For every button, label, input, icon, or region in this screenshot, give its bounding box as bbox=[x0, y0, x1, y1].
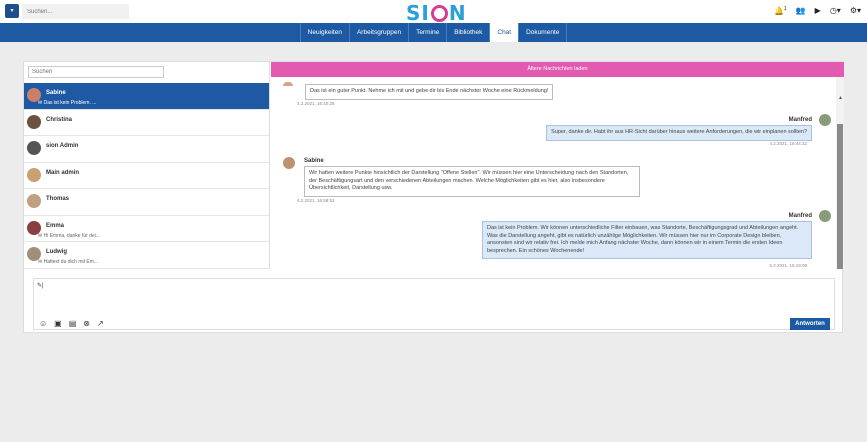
contact-name: Main admin bbox=[46, 169, 80, 176]
contact-name: Sabine bbox=[46, 90, 66, 96]
avatar bbox=[819, 114, 831, 126]
message-composer[interactable]: ✎| ☺ ▣ ▤ ⊗ ↗ Antworten bbox=[33, 278, 835, 330]
contact-name: Christina bbox=[46, 116, 73, 123]
message-time: 5.2.2021, 15:19:09 bbox=[769, 263, 807, 268]
avatar bbox=[283, 157, 295, 169]
message-incoming: Das ist ein guter Punkt. Nehme ich mit u… bbox=[283, 82, 603, 112]
contact-preview: ✉ Hi Emma, danke für dei... bbox=[38, 232, 100, 239]
contact-name: Ludwig bbox=[46, 249, 67, 255]
contact-item[interactable]: Sabine ✉ Das ist kein Problem. ... bbox=[24, 83, 269, 110]
message-time: 4.2.2021, 16:58:53 bbox=[297, 198, 335, 203]
contact-search-input[interactable] bbox=[28, 66, 164, 78]
message-time: 4.2.2021, 16:44:32 bbox=[769, 141, 807, 146]
main-nav: Neuigkeiten Arbeitsgruppen Termine Biblioth… bbox=[0, 23, 867, 42]
message-incoming: Sabine Wir hatten weitere Punkte hinsich… bbox=[283, 155, 643, 205]
message-sender: Sabine bbox=[304, 158, 324, 164]
users-icon[interactable]: 👥 bbox=[796, 6, 806, 16]
message-bubble: Wir hatten weitere Punkte hinsichtlich d… bbox=[304, 166, 640, 197]
global-search-input[interactable] bbox=[22, 4, 129, 19]
chat-card: Sabine ✉ Das ist kein Problem. ... Christi… bbox=[23, 61, 844, 333]
message-bubble: Das ist kein Problem. Wir können untersc… bbox=[482, 221, 812, 259]
avatar bbox=[27, 194, 41, 208]
logo-ring bbox=[430, 5, 448, 22]
contact-item[interactable]: Thomas bbox=[24, 189, 269, 216]
image-icon[interactable]: ▣ bbox=[54, 319, 62, 328]
clock-icon[interactable]: ◷▾ bbox=[830, 6, 841, 16]
header-icons: 🔔1 👥 ▶ ◷▾ ⚙▾ bbox=[774, 6, 861, 16]
contact-item[interactable]: sion Admin bbox=[24, 136, 269, 163]
contact-name: Emma bbox=[46, 222, 65, 229]
contact-name: Thomas bbox=[46, 196, 70, 202]
message-outgoing: Manfred Super, danke dir. Habt ihr aus H… bbox=[471, 114, 831, 149]
nav-items: Neuigkeiten Arbeitsgruppen Termine Biblioth… bbox=[299, 23, 568, 42]
bell-icon[interactable]: 🔔1 bbox=[774, 6, 787, 16]
external-link-icon[interactable]: ↗ bbox=[97, 319, 104, 328]
nav-item-termine[interactable]: Termine bbox=[408, 23, 446, 42]
nav-item-chat[interactable]: Chat bbox=[489, 23, 519, 42]
save-icon[interactable]: ▤ bbox=[69, 319, 77, 328]
reply-button[interactable]: Antworten bbox=[790, 318, 830, 330]
sion-logo[interactable]: SI N bbox=[406, 1, 467, 25]
chat-sidebar: Sabine ✉ Das ist kein Problem. ... Christi… bbox=[24, 62, 270, 269]
contact-list: Sabine ✉ Das ist kein Problem. ... Christi… bbox=[24, 83, 269, 269]
video-icon[interactable]: ▶ bbox=[815, 6, 821, 16]
contact-item[interactable]: Christina bbox=[24, 110, 269, 136]
scroll-up-arrow-icon[interactable]: ▲ bbox=[838, 95, 843, 101]
gear-icon[interactable]: ⚙▾ bbox=[850, 6, 861, 16]
avatar bbox=[819, 210, 831, 222]
load-older-button[interactable]: Ältere Nachrichten laden bbox=[271, 62, 844, 77]
nav-item-bibliothek[interactable]: Bibliothek bbox=[446, 23, 489, 42]
contact-item[interactable]: Ludwig ✉ Hattest du dich mit Em... bbox=[24, 242, 269, 269]
top-bar: ▾ SIN 🔔1 👥 ▶ ◷▾ ⚙▾ bbox=[0, 0, 867, 25]
nav-item-dokumente[interactable]: Dokumente bbox=[518, 23, 568, 42]
cancel-icon[interactable]: ⊗ bbox=[83, 319, 90, 328]
contact-item[interactable]: Emma ✉ Hi Emma, danke für dei... bbox=[24, 216, 269, 242]
scroll-thumb[interactable] bbox=[837, 124, 843, 269]
notification-count: 1 bbox=[783, 6, 787, 12]
avatar bbox=[27, 114, 41, 129]
menu-toggle-button[interactable]: ▾ bbox=[5, 4, 19, 18]
avatar bbox=[283, 82, 293, 86]
composer-toolbar: ☺ ▣ ▤ ⊗ ↗ bbox=[39, 319, 104, 328]
message-bubble: Super, danke dir. Habt ihr aus HR-Sicht … bbox=[546, 125, 812, 141]
chat-scrollbar[interactable]: ▲ bbox=[836, 77, 844, 269]
pencil-icon: ✎| bbox=[37, 283, 44, 289]
nav-item-neuigkeiten[interactable]: Neuigkeiten bbox=[299, 23, 349, 42]
avatar bbox=[27, 167, 41, 182]
contact-preview: ✉ Hattest du dich mit Em... bbox=[38, 259, 99, 265]
message-time: 4.2.2021, 16:40:25 bbox=[297, 101, 335, 106]
avatar bbox=[27, 141, 41, 155]
message-outgoing: Manfred Das ist kein Problem. Wir können… bbox=[471, 210, 831, 269]
message-bubble: Das ist ein guter Punkt. Nehme ich mit u… bbox=[305, 84, 554, 100]
nav-item-arbeitsgruppen[interactable]: Arbeitsgruppen bbox=[348, 23, 408, 42]
contact-name: sion Admin bbox=[46, 143, 79, 149]
emoji-icon[interactable]: ☺ bbox=[39, 319, 47, 328]
contact-item[interactable]: Main admin bbox=[24, 163, 269, 189]
contact-preview: ✉ Das ist kein Problem. ... bbox=[38, 100, 97, 106]
chat-panel: Ältere Nachrichten laden Das ist ein gut… bbox=[271, 62, 844, 269]
message-sender: Manfred bbox=[788, 213, 812, 219]
message-sender: Manfred bbox=[788, 117, 812, 123]
